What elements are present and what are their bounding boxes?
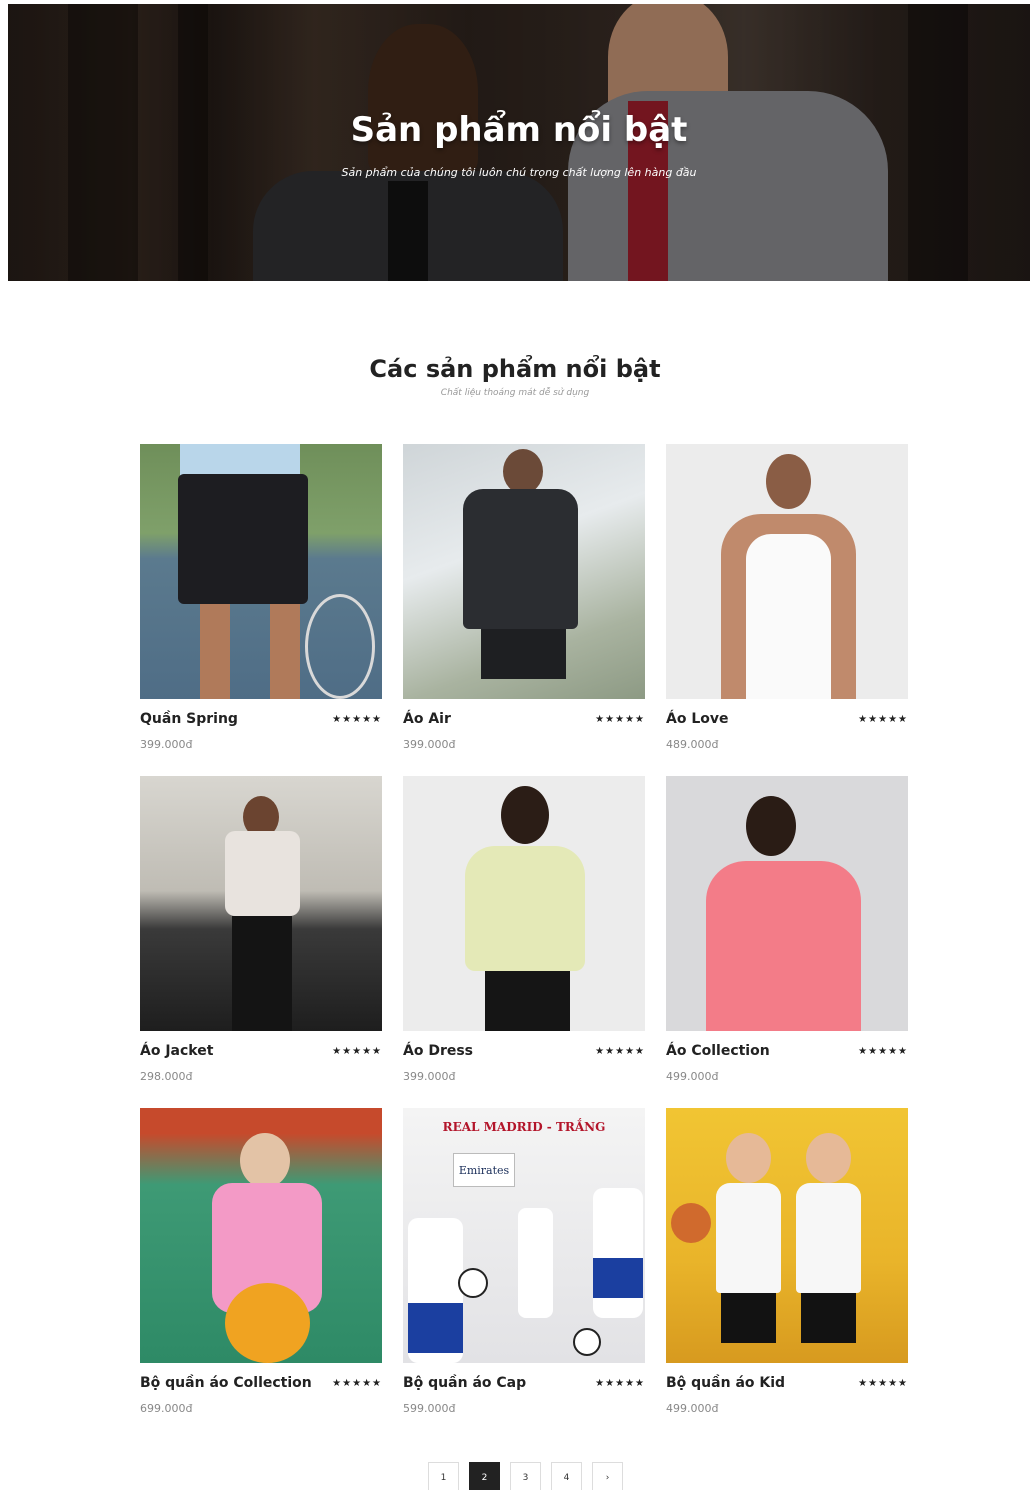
- basketball: [671, 1203, 711, 1243]
- product-price: 399.000đ: [140, 738, 193, 751]
- product-image[interactable]: [403, 776, 645, 1031]
- shirt: [225, 831, 300, 916]
- product-image[interactable]: [403, 444, 645, 699]
- banner-text: REAL MADRID - TRẮNG: [442, 1120, 606, 1134]
- product-name[interactable]: Áo Air: [403, 711, 451, 727]
- product-card[interactable]: Quần Spring ★★★★★ 399.000đ: [140, 444, 382, 764]
- kid-jersey: [796, 1183, 861, 1293]
- kid-shorts: [593, 1258, 643, 1298]
- product-price: 599.000đ: [403, 1402, 456, 1415]
- product-card[interactable]: Áo Love ★★★★★ 489.000đ: [666, 444, 908, 764]
- section-title: Các sản phẩm nổi bật: [369, 355, 661, 383]
- page-button-4[interactable]: 4: [551, 1462, 582, 1490]
- hero-banner: Sản phẩm nổi bật Sản phẩm của chúng tôi …: [8, 4, 1030, 281]
- racket: [305, 594, 375, 699]
- pagination: 1 2 3 4 ›: [428, 1462, 623, 1490]
- kid-jersey: [716, 1183, 781, 1293]
- hopper-ball: [225, 1283, 310, 1363]
- leg: [270, 604, 300, 699]
- product-card[interactable]: REAL MADRID - TRẮNG Emirates Bộ quần áo …: [403, 1108, 645, 1428]
- product-name[interactable]: Bộ quần áo Cap: [403, 1375, 526, 1391]
- rating-stars: ★★★★★: [595, 714, 645, 725]
- rating-stars: ★★★★★: [595, 1378, 645, 1389]
- product-price: 499.000đ: [666, 1070, 719, 1083]
- product-card[interactable]: Áo Dress ★★★★★ 399.000đ: [403, 776, 645, 1096]
- product-card[interactable]: Bộ quần áo Collection ★★★★★ 699.000đ: [140, 1108, 382, 1428]
- product-image[interactable]: [140, 776, 382, 1031]
- skirt: [485, 971, 570, 1031]
- kid-shorts: [408, 1303, 463, 1353]
- product-name[interactable]: Bộ quần áo Collection: [140, 1375, 312, 1391]
- kid-jersey: [593, 1188, 643, 1318]
- head: [726, 1133, 771, 1183]
- product-image[interactable]: [666, 444, 908, 699]
- product-name[interactable]: Bộ quần áo Kid: [666, 1375, 785, 1391]
- product-price: 298.000đ: [140, 1070, 193, 1083]
- page-button-3[interactable]: 3: [510, 1462, 541, 1490]
- tshirt: [706, 861, 861, 1031]
- leg: [200, 604, 230, 699]
- product-name[interactable]: Áo Collection: [666, 1043, 770, 1059]
- product-card[interactable]: Áo Collection ★★★★★ 499.000đ: [666, 776, 908, 1096]
- head: [766, 454, 811, 509]
- product-name[interactable]: Quần Spring: [140, 711, 238, 727]
- page-button-2-current[interactable]: 2: [469, 1462, 500, 1490]
- product-name[interactable]: Áo Jacket: [140, 1043, 213, 1059]
- rating-stars: ★★★★★: [858, 714, 908, 725]
- product-price: 699.000đ: [140, 1402, 193, 1415]
- tank-top: [746, 534, 831, 699]
- soccer-ball: [573, 1328, 601, 1356]
- product-price: 489.000đ: [666, 738, 719, 751]
- page-button-1[interactable]: 1: [428, 1462, 459, 1490]
- section-subtitle: Chất liệu thoáng mát dễ sử dụng: [440, 388, 590, 398]
- kid-shorts: [801, 1293, 856, 1343]
- product-card[interactable]: Áo Jacket ★★★★★ 298.000đ: [140, 776, 382, 1096]
- soccer-ball: [458, 1268, 488, 1298]
- product-price: 499.000đ: [666, 1402, 719, 1415]
- rating-stars: ★★★★★: [332, 1378, 382, 1389]
- product-name[interactable]: Áo Dress: [403, 1043, 473, 1059]
- shorts: [178, 474, 308, 604]
- rating-stars: ★★★★★: [858, 1046, 908, 1057]
- product-card[interactable]: Bộ quần áo Kid ★★★★★ 499.000đ: [666, 1108, 908, 1428]
- next-page-button[interactable]: ›: [592, 1462, 623, 1490]
- jersey-logo: Emirates: [453, 1153, 515, 1187]
- hero-subtitle: Sản phẩm của chúng tôi luôn chú trọng ch…: [341, 166, 697, 179]
- product-image[interactable]: [666, 1108, 908, 1363]
- product-image[interactable]: [140, 1108, 382, 1363]
- product-image[interactable]: [666, 776, 908, 1031]
- product-image[interactable]: [140, 444, 382, 699]
- rating-stars: ★★★★★: [332, 1046, 382, 1057]
- rating-stars: ★★★★★: [332, 714, 382, 725]
- hero-title: Sản phẩm nổi bật: [350, 110, 688, 150]
- head: [806, 1133, 851, 1183]
- shorts: [481, 629, 566, 679]
- kid-jersey: [518, 1208, 553, 1318]
- rating-stars: ★★★★★: [595, 1046, 645, 1057]
- product-price: 399.000đ: [403, 1070, 456, 1083]
- product-price: 399.000đ: [403, 738, 456, 751]
- kid-shorts: [721, 1293, 776, 1343]
- leggings: [232, 916, 292, 1031]
- head: [501, 786, 549, 844]
- head: [746, 796, 796, 856]
- rating-stars: ★★★★★: [858, 1378, 908, 1389]
- product-name[interactable]: Áo Love: [666, 711, 729, 727]
- head: [503, 449, 543, 494]
- product-card[interactable]: Áo Air ★★★★★ 399.000đ: [403, 444, 645, 764]
- jacket: [463, 489, 578, 629]
- head: [240, 1133, 290, 1188]
- tshirt: [465, 846, 585, 971]
- product-image[interactable]: REAL MADRID - TRẮNG Emirates: [403, 1108, 645, 1363]
